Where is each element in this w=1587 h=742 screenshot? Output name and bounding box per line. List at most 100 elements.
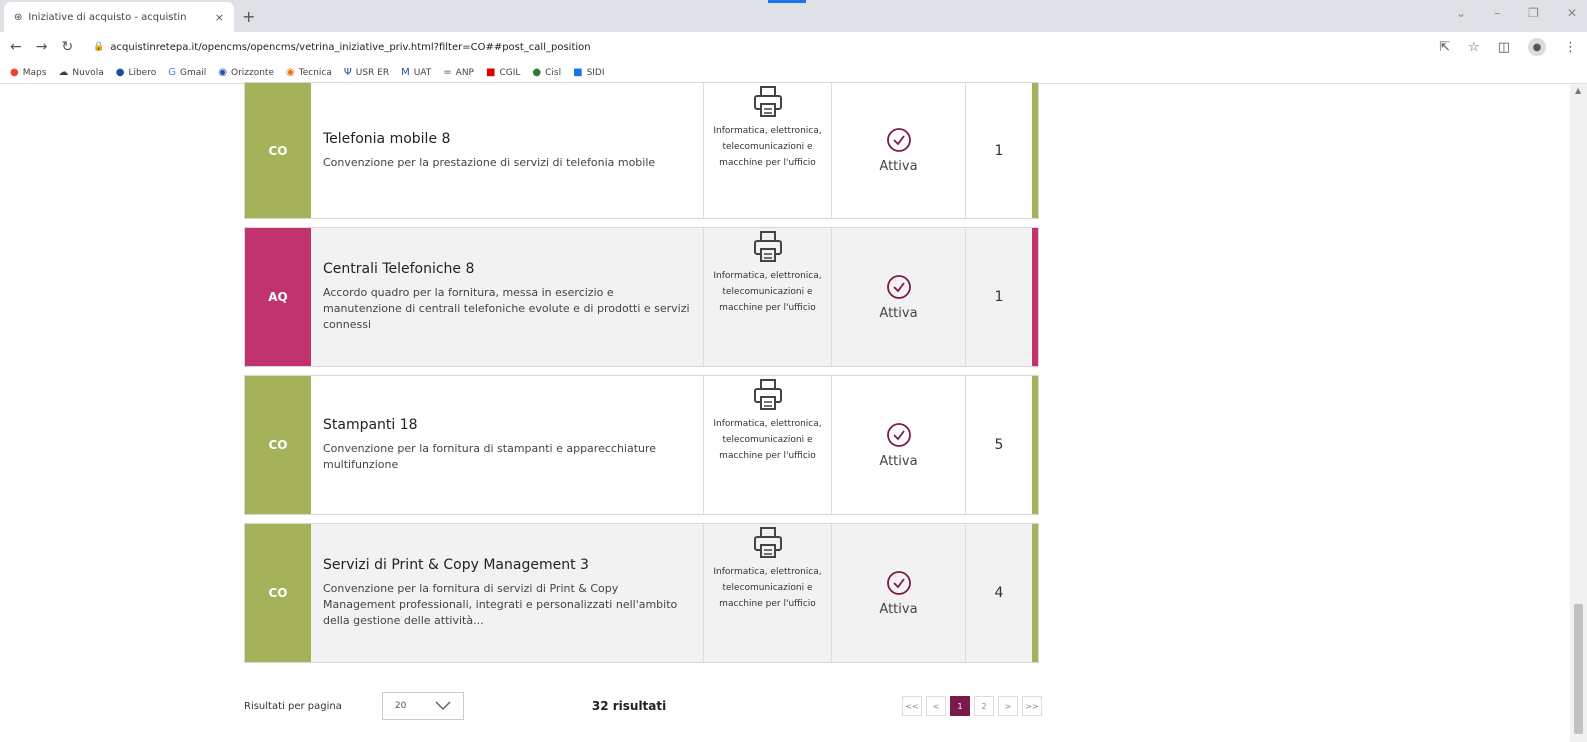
initiative-status: Attiva <box>879 453 918 469</box>
bookmark-orizzonte[interactable]: ◉ Orizzonte <box>218 67 274 78</box>
initiative-description-cell: Centrali Telefoniche 8 Accordo quadro pe… <box>311 228 703 366</box>
globe-icon: ⊛ <box>14 11 23 23</box>
bookmark-anp[interactable]: = ANP <box>443 67 474 78</box>
initiative-type-badge: CO <box>245 376 311 514</box>
initiative-row[interactable]: AQ Centrali Telefoniche 8 Accordo quadro… <box>244 227 1039 367</box>
check-circle-icon <box>886 570 911 595</box>
address-bar[interactable]: 🔒 acquistinretepa.it/opencms/opencms/vet… <box>93 42 590 53</box>
printer-icon <box>753 527 782 558</box>
bookmark-usr-er[interactable]: Ψ USR ER <box>344 67 389 78</box>
page-scrollbar[interactable]: ▲ <box>1570 84 1587 742</box>
browser-toolbar: ← → ↻ 🔒 acquistinretepa.it/opencms/openc… <box>0 32 1587 62</box>
pagination: << < 1 2 > >> <box>902 696 1042 716</box>
mo-icon: M <box>401 67 410 78</box>
bookmark-uat[interactable]: M UAT <box>401 67 431 78</box>
bookmark-tecnica[interactable]: ◉ Tecnica <box>286 67 332 78</box>
share-icon[interactable]: ⇱ <box>1439 40 1450 55</box>
printer-icon <box>753 86 782 117</box>
side-panel-icon[interactable]: ◫ <box>1498 40 1510 55</box>
initiative-title[interactable]: Centrali Telefoniche 8 <box>323 261 691 277</box>
minimize-icon[interactable]: – <box>1494 6 1500 20</box>
orizzonte-icon: ◉ <box>218 67 227 78</box>
cgil-icon: ■ <box>486 67 496 78</box>
scrollbar-thumb[interactable] <box>1574 604 1583 734</box>
row-color-edge <box>1032 228 1038 366</box>
new-tab-button[interactable]: + <box>242 7 255 26</box>
page-content: CO Telefonia mobile 8 Convenzione per la… <box>0 82 1587 742</box>
initiative-status: Attiva <box>879 305 918 321</box>
forward-icon[interactable]: → <box>36 39 48 55</box>
bookmark-libero[interactable]: ● Libero <box>116 67 157 78</box>
printer-icon <box>753 379 782 410</box>
usr-icon: Ψ <box>343 67 352 78</box>
initiative-row[interactable]: CO Telefonia mobile 8 Convenzione per la… <box>244 82 1039 219</box>
libero-icon: ● <box>115 67 125 78</box>
bookmark-cisl[interactable]: ● Cisl <box>532 67 561 78</box>
bookmark-cgil[interactable]: ■ CGIL <box>486 67 520 78</box>
back-icon[interactable]: ← <box>10 39 22 55</box>
initiative-status-cell: Attiva <box>831 83 965 218</box>
initiative-category-cell: Informatica, elettronica, telecomunicazi… <box>703 376 831 514</box>
initiatives-list: CO Telefonia mobile 8 Convenzione per la… <box>244 82 1039 671</box>
profile-avatar-icon[interactable]: ● <box>1528 38 1546 56</box>
cloud-icon: ☁ <box>58 67 69 78</box>
initiative-description-cell: Telefonia mobile 8 Convenzione per la pr… <box>311 83 703 218</box>
initiative-description-cell: Servizi di Print & Copy Management 3 Con… <box>311 524 703 662</box>
restore-icon[interactable]: ❐ <box>1528 6 1539 20</box>
initiative-type-badge: AQ <box>245 228 311 366</box>
initiative-count: 1 <box>965 228 1032 366</box>
printer-icon <box>753 231 782 262</box>
close-window-icon[interactable]: ✕ <box>1567 6 1577 20</box>
initiative-type-badge: CO <box>245 524 311 662</box>
bookmark-star-icon[interactable]: ☆ <box>1468 40 1480 55</box>
tab-close-button[interactable]: × <box>215 11 224 24</box>
results-count: 32 risultati <box>591 699 667 713</box>
initiative-category: Informatica, elettronica, telecomunicazi… <box>713 567 822 609</box>
scroll-up-arrow-icon[interactable]: ▲ <box>1575 86 1581 95</box>
tab-strip: ⊛ Iniziative di acquisto - acquistin × +… <box>0 0 1587 32</box>
initiative-count: 5 <box>965 376 1032 514</box>
initiative-category: Informatica, elettronica, telecomunicazi… <box>713 126 822 168</box>
initiative-category: Informatica, elettronica, telecomunicazi… <box>713 271 822 313</box>
initiative-description: Convenzione per la fornitura di stampant… <box>323 442 657 471</box>
anp-icon: = <box>443 67 452 78</box>
results-pager: Risultati per pagina 20 32 risultati << … <box>244 691 1044 721</box>
per-page-label: Risultati per pagina <box>244 700 342 712</box>
initiative-title[interactable]: Stampanti 18 <box>323 417 691 433</box>
row-color-edge <box>1032 376 1038 514</box>
initiative-type-badge: CO <box>245 83 311 218</box>
initiative-category-cell: Informatica, elettronica, telecomunicazi… <box>703 228 831 366</box>
first-page-button[interactable]: << <box>902 696 922 716</box>
lock-icon: 🔒 <box>93 42 105 52</box>
bookmark-maps[interactable]: ● Maps <box>10 67 46 78</box>
per-page-value: 20 <box>394 701 407 711</box>
check-circle-icon <box>886 422 911 447</box>
initiative-row[interactable]: CO Stampanti 18 Convenzione per la forni… <box>244 375 1039 515</box>
prev-page-button[interactable]: < <box>926 696 946 716</box>
google-icon: G <box>168 67 176 78</box>
initiative-title[interactable]: Telefonia mobile 8 <box>323 131 691 147</box>
bookmark-sidi[interactable]: ■ SIDI <box>573 67 604 78</box>
initiative-description-cell: Stampanti 18 Convenzione per la fornitur… <box>311 376 703 514</box>
page-2-button[interactable]: 2 <box>974 696 994 716</box>
initiative-status: Attiva <box>879 601 918 617</box>
initiative-description: Accordo quadro per la fornitura, messa i… <box>323 286 690 331</box>
bookmark-gmail[interactable]: G Gmail <box>168 67 206 78</box>
initiative-status: Attiva <box>879 159 918 174</box>
bookmark-nuvola[interactable]: ☁ Nuvola <box>58 67 103 78</box>
initiative-status-cell: Attiva <box>831 376 965 514</box>
check-circle-icon <box>886 128 911 152</box>
maps-icon: ● <box>10 67 19 78</box>
menu-icon[interactable]: ⋮ <box>1564 40 1577 55</box>
page-1-button[interactable]: 1 <box>950 696 970 716</box>
browser-tab[interactable]: ⊛ Iniziative di acquisto - acquistin × <box>4 2 234 32</box>
last-page-button[interactable]: >> <box>1022 696 1042 716</box>
initiative-status-cell: Attiva <box>831 228 965 366</box>
reload-icon[interactable]: ↻ <box>61 39 73 55</box>
initiative-row[interactable]: CO Servizi di Print & Copy Management 3 … <box>244 523 1039 663</box>
check-circle-icon <box>886 274 911 299</box>
tab-search-icon[interactable]: ⌄ <box>1456 6 1466 20</box>
next-page-button[interactable]: > <box>998 696 1018 716</box>
initiative-title[interactable]: Servizi di Print & Copy Management 3 <box>323 557 691 573</box>
per-page-select[interactable]: 20 <box>381 692 464 720</box>
